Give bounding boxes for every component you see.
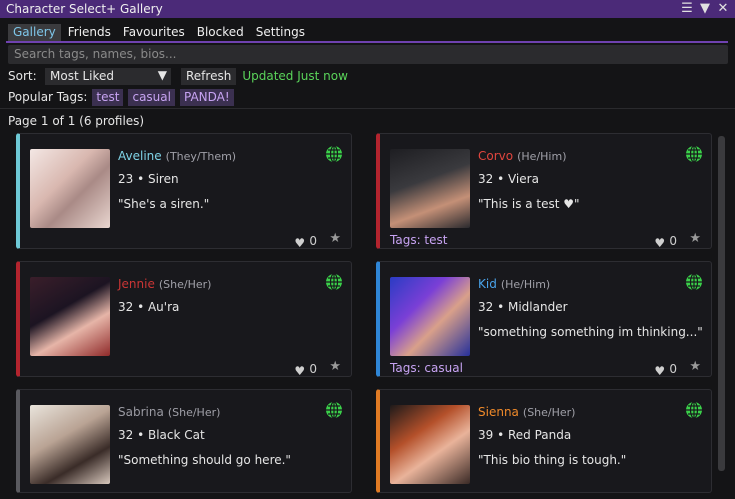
heart-icon: ♥ bbox=[654, 236, 666, 250]
profile-pronouns: (He/Him) bbox=[517, 150, 567, 163]
profile-info: 23 • Siren bbox=[118, 172, 179, 186]
window-titlebar: Character Select+ Gallery ☰ ▼ ✕ bbox=[0, 0, 735, 18]
profile-pronouns: (They/Them) bbox=[165, 150, 237, 163]
tab-friends[interactable]: Friends bbox=[63, 24, 116, 41]
profile-bio: "This bio thing is tough." bbox=[478, 453, 627, 467]
close-icon[interactable]: ✕ bbox=[717, 2, 729, 16]
hamburger-icon[interactable]: ☰ bbox=[681, 2, 693, 16]
profile-name: Aveline bbox=[118, 149, 162, 163]
profile-tags: Tags: test bbox=[390, 233, 448, 247]
heart-icon: ♥ bbox=[294, 236, 306, 250]
refresh-button[interactable]: Refresh bbox=[181, 67, 237, 85]
like-counter[interactable]: ♥ 0 bbox=[654, 234, 677, 250]
profile-portrait bbox=[30, 405, 110, 484]
profile-name: Jennie bbox=[118, 277, 155, 291]
updated-status: Updated Just now bbox=[242, 69, 348, 83]
tag-pill[interactable]: PANDA! bbox=[179, 88, 234, 106]
profile-tags: Tags: casual bbox=[390, 361, 463, 375]
profile-name: Sabrina bbox=[118, 405, 164, 419]
heart-icon: ♥ bbox=[294, 364, 306, 378]
profile-info: 32 • Black Cat bbox=[118, 428, 205, 442]
tab-blocked[interactable]: Blocked bbox=[192, 24, 249, 41]
profile-bio: "This is a test ♥" bbox=[478, 197, 580, 211]
profile-card[interactable]: Aveline (They/Them) 23 • Siren "She's a s… bbox=[16, 133, 352, 250]
tag-pill[interactable]: test bbox=[92, 88, 124, 106]
profile-bio: "She's a siren." bbox=[118, 197, 210, 211]
profile-portrait bbox=[390, 149, 470, 228]
like-counter[interactable]: ♥ 0 bbox=[294, 234, 317, 250]
window-title: Character Select+ Gallery bbox=[6, 2, 163, 16]
globe-icon[interactable] bbox=[325, 145, 343, 163]
globe-icon[interactable] bbox=[325, 273, 343, 291]
profile-name: Sienna bbox=[478, 405, 519, 419]
page-info: Page 1 of 1 (6 profiles) bbox=[8, 114, 145, 128]
tab-favourites[interactable]: Favourites bbox=[118, 24, 190, 41]
scrollbar[interactable] bbox=[718, 136, 725, 471]
popular-tags-row: Popular Tags: test casual PANDA! bbox=[8, 88, 234, 106]
profile-card[interactable]: Sabrina (She/Her) 32 • Black Cat "Somethi… bbox=[16, 389, 352, 493]
profile-portrait bbox=[390, 277, 470, 356]
globe-icon[interactable] bbox=[685, 273, 703, 291]
profile-name: Kid bbox=[478, 277, 497, 291]
profile-pronouns: (She/Her) bbox=[522, 406, 576, 419]
chevron-down-icon: ▼ bbox=[157, 67, 167, 82]
star-icon[interactable]: ★ bbox=[689, 231, 701, 246]
search-input[interactable]: Search tags, names, bios... bbox=[8, 45, 728, 64]
tab-underline bbox=[6, 41, 728, 43]
profile-info: 32 • Au'ra bbox=[118, 300, 180, 314]
like-count: 0 bbox=[669, 234, 677, 248]
globe-icon[interactable] bbox=[685, 401, 703, 419]
profile-info: 32 • Midlander bbox=[478, 300, 568, 314]
triangle-down-icon[interactable]: ▼ bbox=[699, 2, 711, 16]
popular-tags-label: Popular Tags: bbox=[8, 90, 88, 104]
profile-info: 39 • Red Panda bbox=[478, 428, 572, 442]
globe-icon[interactable] bbox=[685, 145, 703, 163]
like-counter[interactable]: ♥ 0 bbox=[294, 362, 317, 378]
profile-pronouns: (She/Her) bbox=[167, 406, 221, 419]
heart-icon: ♥ bbox=[654, 364, 666, 378]
star-icon[interactable]: ★ bbox=[329, 359, 341, 374]
tab-gallery[interactable]: Gallery bbox=[8, 24, 61, 41]
tab-bar: Gallery Friends Favourites Blocked Setti… bbox=[8, 24, 310, 41]
like-count: 0 bbox=[669, 362, 677, 376]
sort-select[interactable]: Most Liked ▼ bbox=[45, 67, 171, 85]
star-icon[interactable]: ★ bbox=[689, 359, 701, 374]
profile-card[interactable]: Kid (He/Him) 32 • Midlander "something so… bbox=[376, 261, 712, 378]
sort-value: Most Liked bbox=[50, 68, 115, 83]
tab-settings[interactable]: Settings bbox=[251, 24, 310, 41]
profile-card[interactable]: Sienna (She/Her) 39 • Red Panda "This bio… bbox=[376, 389, 712, 493]
profile-card[interactable]: Corvo (He/Him) 32 • Viera "This is a test… bbox=[376, 133, 712, 250]
profile-card[interactable]: Jennie (She/Her) 32 • Au'ra ♥ 0 ★ bbox=[16, 261, 352, 378]
profile-pronouns: (She/Her) bbox=[158, 278, 212, 291]
like-count: 0 bbox=[309, 362, 317, 376]
profile-bio: "Something should go here." bbox=[118, 453, 291, 467]
profile-pronouns: (He/Him) bbox=[500, 278, 551, 291]
profile-portrait bbox=[390, 405, 470, 484]
like-count: 0 bbox=[309, 234, 317, 248]
globe-icon[interactable] bbox=[325, 401, 343, 419]
tag-pill[interactable]: casual bbox=[128, 88, 175, 106]
profile-bio: "something something im thinking..." bbox=[478, 325, 703, 339]
sort-label: Sort: bbox=[8, 69, 37, 83]
sort-row: Sort: Most Liked ▼ Refresh Updated Just … bbox=[8, 67, 348, 85]
profile-portrait bbox=[30, 149, 110, 228]
like-counter[interactable]: ♥ 0 bbox=[654, 362, 677, 378]
profile-portrait bbox=[30, 277, 110, 356]
profile-info: 32 • Viera bbox=[478, 172, 539, 186]
divider bbox=[0, 108, 735, 109]
star-icon[interactable]: ★ bbox=[329, 231, 341, 246]
profile-name: Corvo bbox=[478, 149, 514, 163]
